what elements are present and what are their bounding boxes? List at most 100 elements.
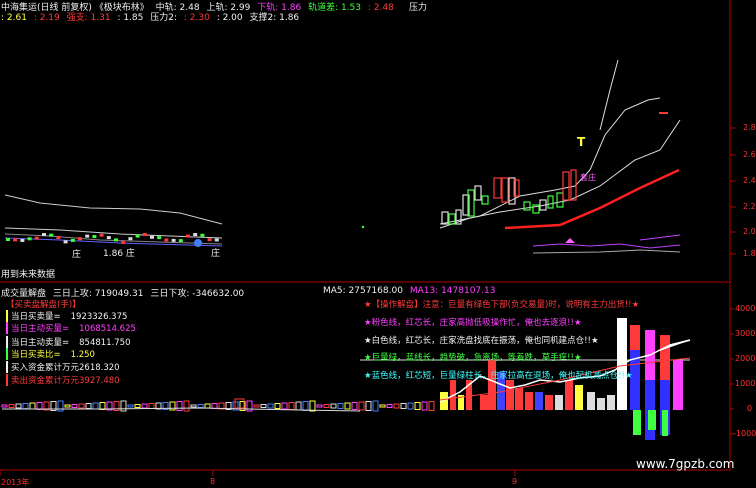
candle-left bbox=[78, 237, 82, 241]
volume-bar-left bbox=[358, 401, 365, 411]
candle-right bbox=[481, 195, 489, 205]
upper-y-tick-1: 2.8 bbox=[743, 123, 756, 132]
candle-left bbox=[142, 233, 147, 237]
gray-line bbox=[532, 249, 681, 254]
lower-y-tick-4: 1000 bbox=[735, 379, 756, 388]
row2-value-f: : 2.30 bbox=[183, 13, 210, 23]
row2-value-c: 强支: 1.31 bbox=[66, 13, 111, 23]
volume-bar-left bbox=[99, 402, 106, 410]
x-axis-label-8: 8 bbox=[210, 477, 216, 486]
lower-y-tick-5: 0 bbox=[747, 404, 753, 413]
stray-dot bbox=[361, 225, 365, 229]
buy-sell-value: 1.250 bbox=[70, 350, 95, 360]
upper-band-top bbox=[599, 59, 619, 131]
buy-sell-value: 1923326.375 bbox=[70, 312, 128, 322]
candle-left bbox=[70, 238, 75, 242]
candle-left bbox=[214, 238, 219, 242]
candle-right bbox=[556, 192, 564, 208]
buy-sell-row: 卖出资金累计万元3927.480 bbox=[6, 374, 120, 386]
candle-left bbox=[128, 237, 133, 241]
volume-bar-left bbox=[176, 401, 183, 411]
candle-right bbox=[523, 201, 531, 211]
volume-bar-left bbox=[386, 404, 393, 408]
volume-bar-left bbox=[36, 402, 43, 410]
candle-right bbox=[501, 177, 509, 203]
band-diff-value: 轨道差: 1.53 bbox=[308, 3, 361, 13]
upper-y-tick-5: 2.0 bbox=[743, 227, 756, 236]
volume-bar-right bbox=[575, 385, 583, 410]
candle-left bbox=[171, 238, 176, 242]
volume-bar-left bbox=[330, 403, 337, 409]
candle-left bbox=[150, 235, 154, 239]
volume-bar-left bbox=[190, 404, 197, 408]
volume-bar-left bbox=[316, 404, 323, 408]
purple-line-2 bbox=[639, 234, 681, 241]
buy-sell-row: 当日主动买量= 1068514.625 bbox=[6, 322, 136, 334]
volume-bar-left bbox=[323, 404, 330, 408]
candle-left bbox=[106, 236, 111, 240]
candle-left bbox=[135, 234, 140, 238]
volume-bar-left bbox=[288, 402, 295, 410]
volume-bar-left bbox=[400, 403, 407, 409]
three-day-down: 三日下攻: -346632.00 bbox=[150, 289, 245, 299]
marker-dot bbox=[194, 239, 202, 247]
volume-bar-right bbox=[515, 388, 523, 410]
volume-bar-left bbox=[141, 403, 148, 409]
upper-y-tick-3: 2.4 bbox=[743, 176, 756, 185]
row2-value-h: 支撑2: 1.86 bbox=[249, 13, 300, 23]
buy-sell-row: 当日买卖量= 1923326.375 bbox=[6, 310, 127, 322]
row2-value-a: : 2.61 bbox=[1, 13, 27, 23]
volume-bar-right bbox=[480, 395, 488, 410]
volume-bar-left bbox=[351, 402, 358, 410]
buy-sell-value: 1068514.625 bbox=[79, 324, 136, 334]
buy-sell-value: 854811.750 bbox=[79, 338, 131, 348]
buy-sell-row: 买入资金累计万元2618.320 bbox=[6, 361, 120, 373]
buy-sell-label: 买入资金累计万元 bbox=[11, 363, 80, 373]
buy-sell-label: 当日买卖量= bbox=[11, 312, 61, 322]
volume-bar-left bbox=[295, 401, 302, 411]
watermark: www.7gpzb.com bbox=[636, 457, 735, 471]
candle-left bbox=[56, 236, 61, 240]
volume-bar-left bbox=[365, 401, 372, 411]
volume-bar-left bbox=[379, 404, 386, 408]
candle-right bbox=[547, 195, 554, 209]
candle-right bbox=[570, 169, 577, 201]
volume-bar-left bbox=[29, 402, 36, 410]
volume-bar-left bbox=[372, 400, 379, 412]
volume-bar-left bbox=[211, 403, 218, 409]
candle-left bbox=[200, 233, 205, 237]
volume-bar-left bbox=[78, 403, 85, 409]
mid-band-right bbox=[439, 119, 681, 229]
buy-sell-label: 卖出资金累计万元 bbox=[11, 376, 80, 386]
candle-left bbox=[92, 235, 97, 239]
x-axis-label-9: 9 bbox=[512, 477, 518, 486]
lower-y-tick-2: 3000 bbox=[735, 329, 756, 338]
ma5-value: MA5: 2757168.00 bbox=[323, 286, 403, 296]
volume-bar-left bbox=[274, 403, 281, 409]
volume-bar-right bbox=[617, 318, 627, 410]
buy-sell-row: 【买卖盘解盘(手)】 bbox=[6, 298, 91, 310]
upper-y-tick-2: 2.6 bbox=[743, 150, 756, 159]
volume-bar-right bbox=[565, 380, 573, 410]
zhuang-label-3: 庄 bbox=[211, 249, 221, 259]
volume-bar-left bbox=[309, 400, 316, 412]
candle-left bbox=[207, 238, 212, 242]
volume-bar-left bbox=[169, 401, 176, 411]
candle-left bbox=[121, 240, 126, 244]
volume-bar-left bbox=[407, 402, 414, 410]
volume-bar-left bbox=[421, 401, 428, 411]
volume-bar-right bbox=[607, 395, 615, 410]
candle-right bbox=[493, 177, 502, 199]
candle-left bbox=[63, 240, 68, 244]
volume-bar-left bbox=[15, 403, 22, 409]
volume-bar-left bbox=[183, 400, 190, 412]
candle-left bbox=[13, 238, 18, 242]
candle-left bbox=[85, 234, 90, 238]
candle-left bbox=[193, 233, 198, 237]
pressure-label-right: 压力 bbox=[409, 3, 428, 13]
candle-left bbox=[186, 234, 190, 238]
volume-bar-left bbox=[302, 401, 309, 411]
buy-sell-row: 当日买卖比= 1.250 bbox=[6, 348, 95, 360]
upper-band-left bbox=[4, 194, 223, 225]
volume-bar-neg bbox=[648, 410, 656, 430]
